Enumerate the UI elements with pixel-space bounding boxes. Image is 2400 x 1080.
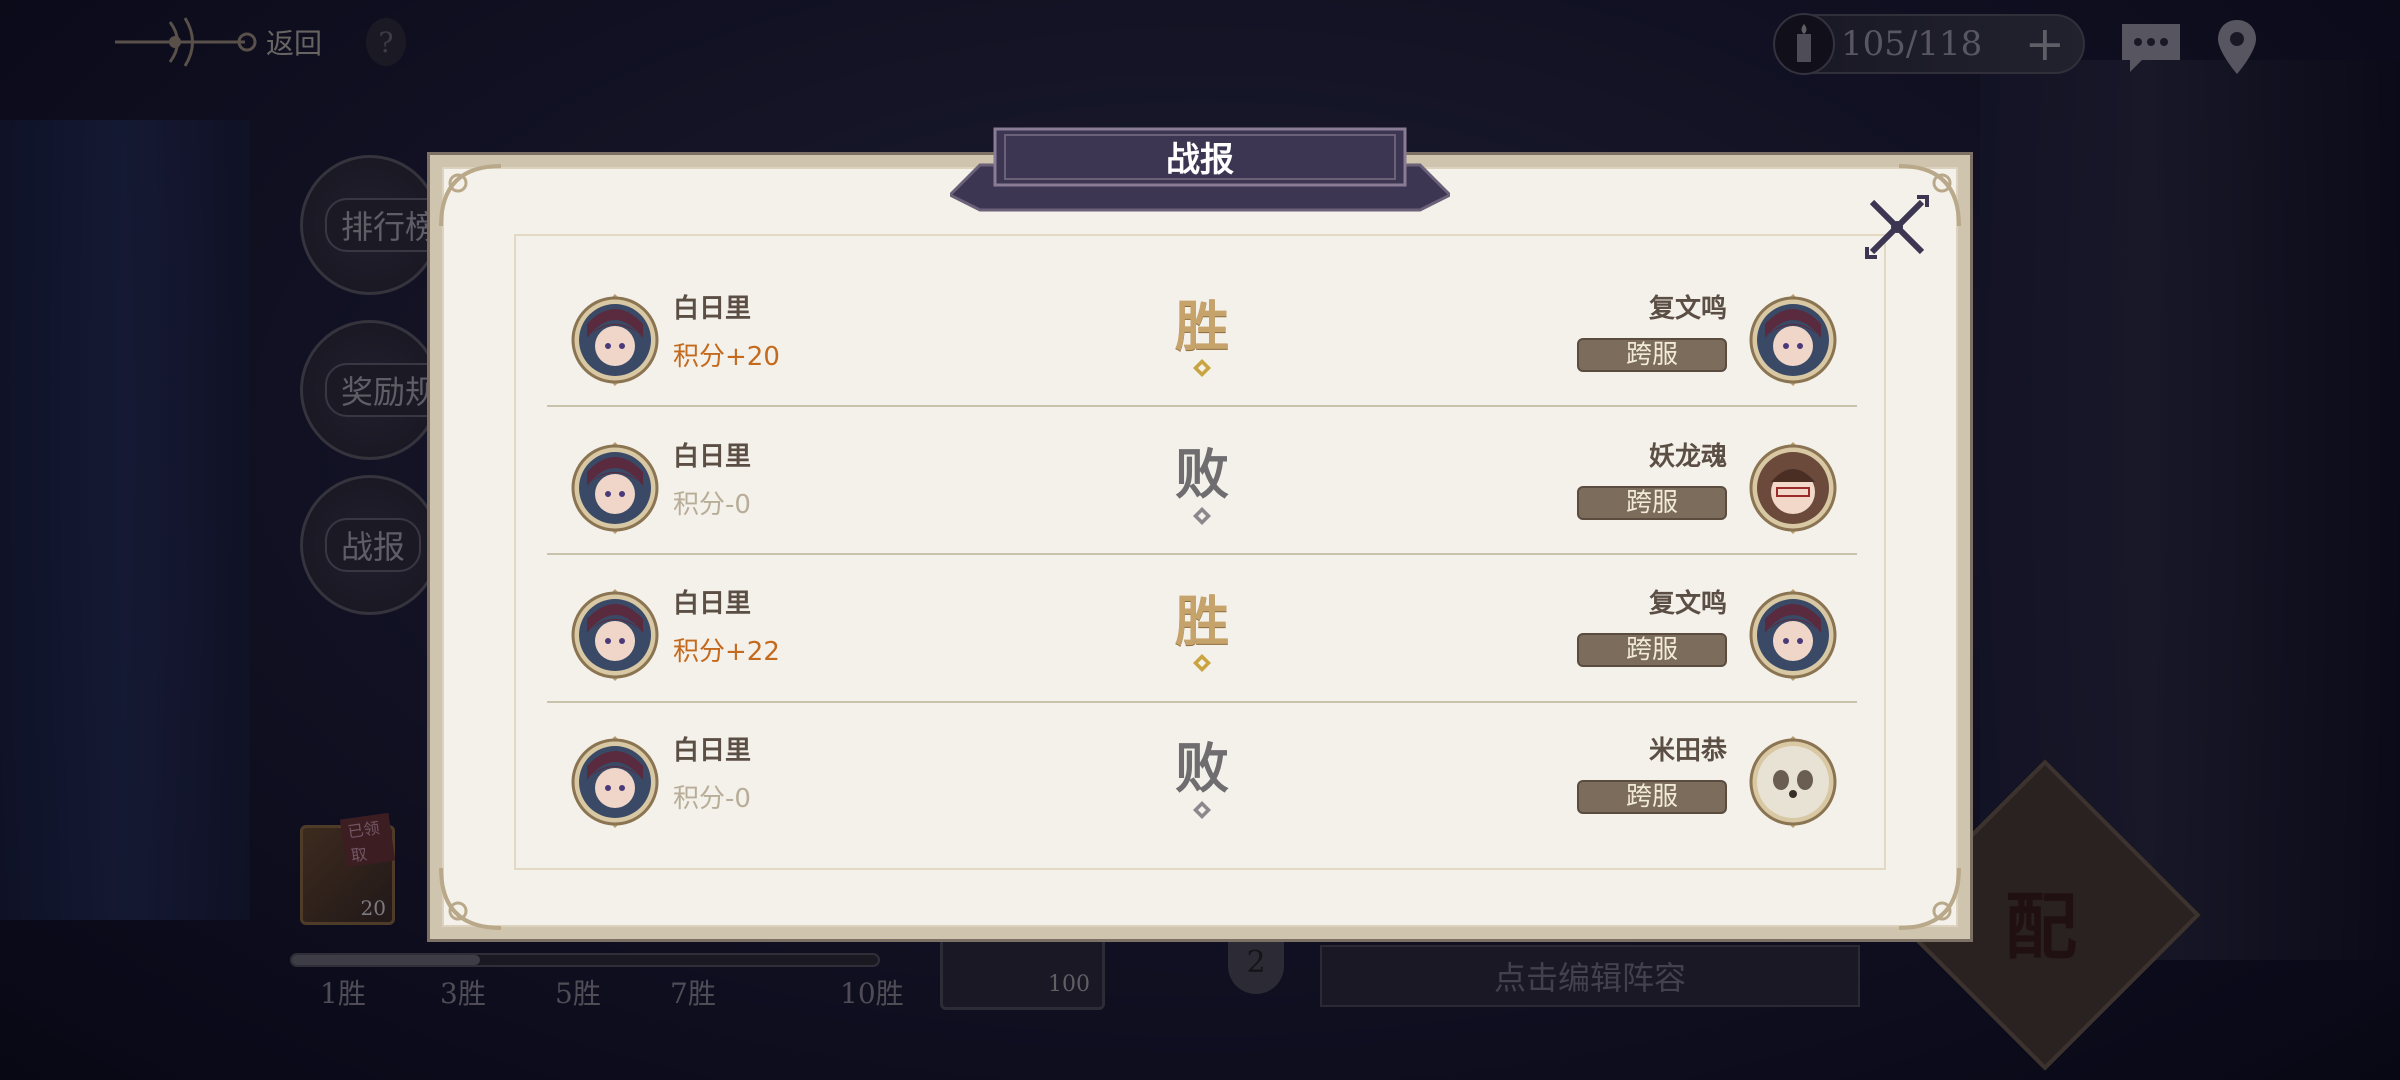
row-divider	[547, 405, 1857, 407]
player-name: 白日里	[673, 442, 752, 472]
opponent-avatar[interactable]	[1747, 442, 1839, 534]
opponent-name: 复文鸣	[1648, 294, 1727, 324]
cross-server-badge: 跨服	[1577, 780, 1727, 814]
cross-server-badge: 跨服	[1577, 338, 1727, 372]
opponent-name: 妖龙魂	[1648, 442, 1727, 472]
corner-ornament-icon	[439, 867, 502, 930]
battle-result: 胜	[1175, 589, 1229, 653]
opponent-name: 米田恭	[1648, 736, 1727, 766]
close-icon[interactable]	[1862, 192, 1932, 262]
opponent-avatar[interactable]	[1747, 589, 1839, 681]
battle-record-row: 白日里积分-0 败 米田恭跨服	[547, 700, 1857, 847]
player-name: 白日里	[673, 294, 752, 324]
player-avatar	[569, 294, 661, 386]
corner-ornament-icon	[1898, 867, 1961, 930]
cross-server-badge: 跨服	[1577, 486, 1727, 520]
player-avatar	[569, 589, 661, 681]
score-change: 积分+22	[673, 637, 780, 667]
row-divider	[547, 701, 1857, 703]
corner-ornament-icon	[439, 164, 502, 227]
diamond-icon	[1193, 507, 1211, 525]
battle-record-row: 白日里积分-0 败 妖龙魂跨服	[547, 406, 1857, 553]
battle-result: 败	[1175, 736, 1229, 800]
player-name: 白日里	[673, 736, 752, 766]
cross-server-badge: 跨服	[1577, 633, 1727, 667]
diamond-icon	[1193, 801, 1211, 819]
diamond-icon	[1193, 359, 1211, 377]
diamond-icon	[1193, 654, 1211, 672]
score-change: 积分-0	[673, 784, 751, 814]
battle-result: 败	[1175, 442, 1229, 506]
battle-result: 胜	[1175, 294, 1229, 358]
modal-title: 战报	[1166, 140, 1234, 180]
opponent-avatar[interactable]	[1747, 294, 1839, 386]
opponent-name: 复文鸣	[1648, 589, 1727, 619]
opponent-avatar[interactable]	[1747, 736, 1839, 828]
player-avatar	[569, 736, 661, 828]
battle-record-row: 白日里积分+22 胜 复文鸣跨服	[547, 553, 1857, 700]
battle-record-row: 白日里积分+20 胜 复文鸣跨服	[547, 258, 1857, 405]
player-avatar	[569, 442, 661, 534]
score-change: 积分+20	[673, 342, 780, 372]
score-change: 积分-0	[673, 490, 751, 520]
row-divider	[547, 553, 1857, 555]
player-name: 白日里	[673, 589, 752, 619]
